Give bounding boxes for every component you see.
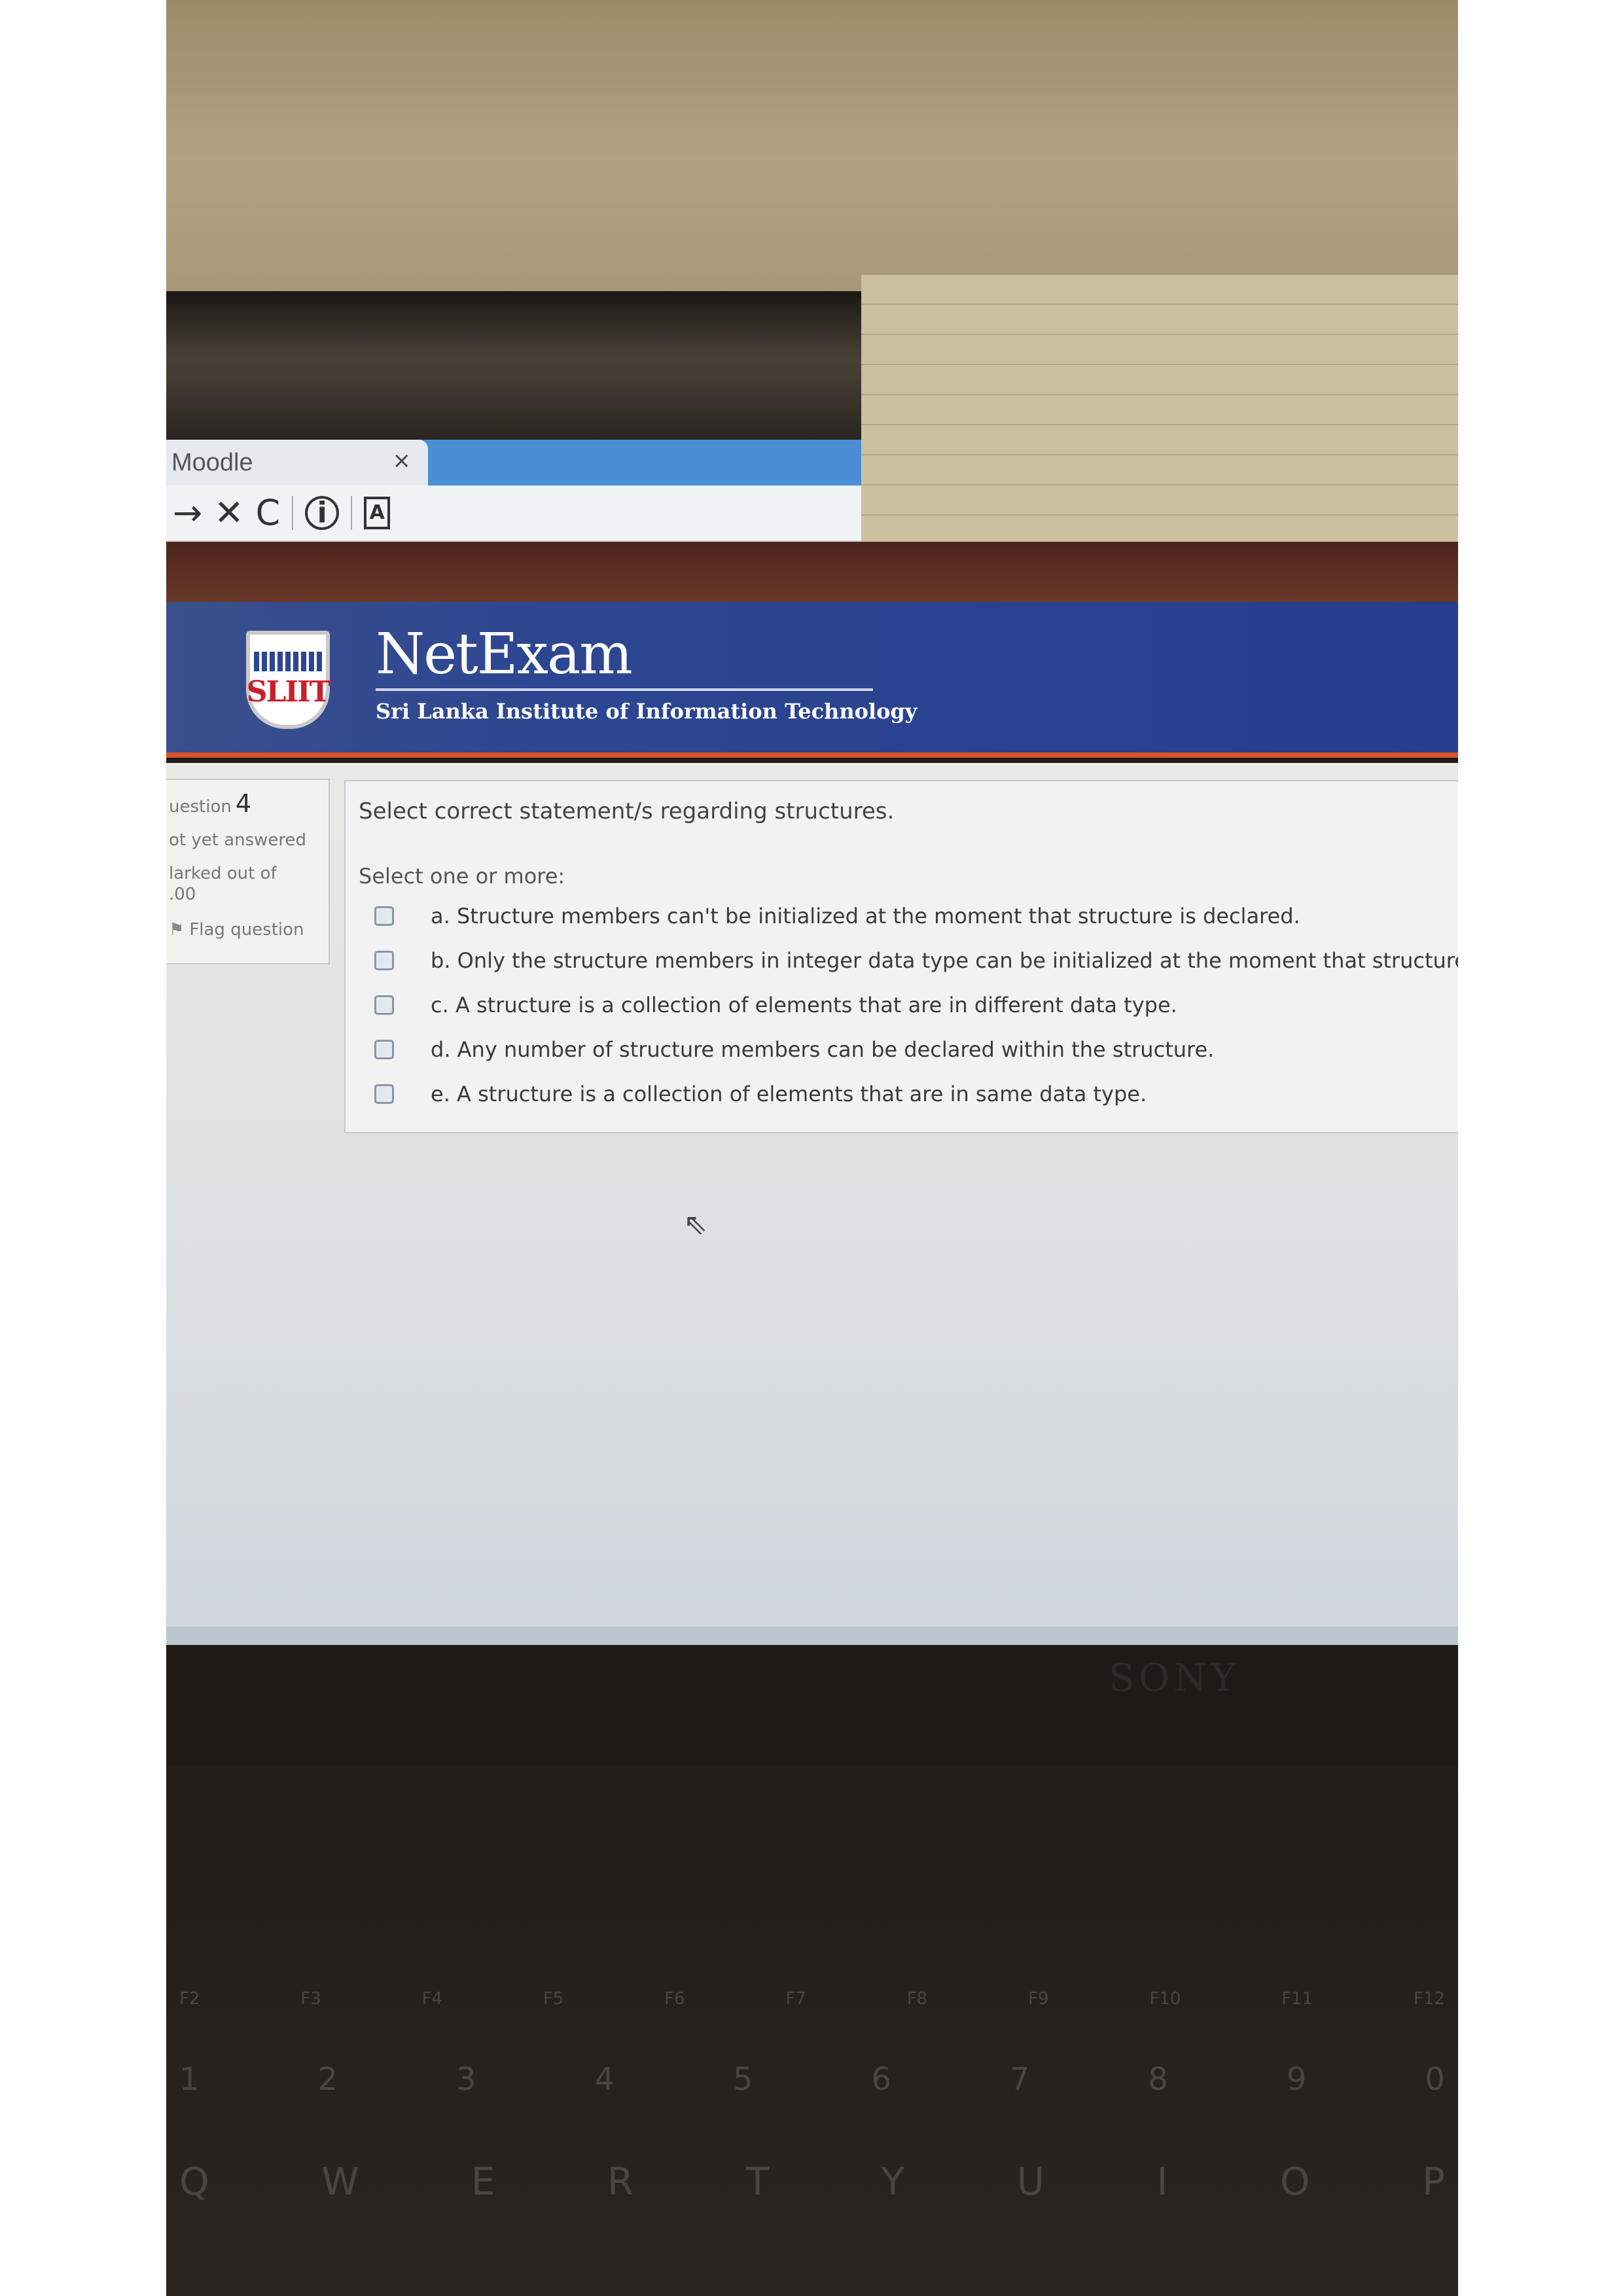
- key-o[interactable]: O: [1280, 2159, 1310, 2204]
- key-8[interactable]: 8: [1148, 2061, 1168, 2098]
- option-a-checkbox[interactable]: [374, 906, 394, 926]
- option-e[interactable]: e. A structure is a collection of elemen…: [359, 1072, 1449, 1116]
- forward-icon[interactable]: →: [173, 495, 202, 531]
- screen-bottom-edge: [166, 1627, 1458, 1645]
- option-b-checkbox[interactable]: [374, 951, 394, 970]
- browser-tab-bar: Moodle ×: [166, 440, 861, 486]
- key-f2[interactable]: F2: [179, 1989, 200, 2009]
- option-text: Structure members can't be initialized a…: [456, 904, 1300, 928]
- key-1[interactable]: 1: [179, 2061, 200, 2098]
- answer-status: ot yet answered: [169, 830, 307, 850]
- option-text: Only the structure members in integer da…: [457, 948, 1458, 973]
- number-key-row: 1 2 3 4 5 6 7 8 9 0: [166, 2061, 1458, 2098]
- option-text: A structure is a collection of elements …: [455, 993, 1177, 1017]
- key-f4[interactable]: F4: [422, 1989, 443, 2009]
- option-d[interactable]: d. Any number of structure members can b…: [359, 1027, 1449, 1072]
- paper-note: [861, 275, 1458, 569]
- option-letter: a.: [431, 904, 450, 928]
- option-letter: b.: [431, 948, 451, 973]
- stop-icon[interactable]: ✕: [214, 495, 243, 531]
- key-e[interactable]: E: [471, 2159, 495, 2204]
- key-f6[interactable]: F6: [664, 1989, 685, 2009]
- mouse-cursor-icon: ⇖: [683, 1208, 707, 1241]
- key-9[interactable]: 9: [1287, 2061, 1307, 2098]
- question-box: Select correct statement/s regarding str…: [344, 780, 1458, 1133]
- page-top-strip: [166, 542, 1458, 605]
- browser-nav-bar: → ✕ C i A: [166, 486, 861, 542]
- monitor-top-reflection: [166, 291, 861, 442]
- reload-icon[interactable]: C: [256, 495, 281, 531]
- photo-frame: Moodle × → ✕ C i A SLIIT NetExam Sri Lan…: [166, 0, 1458, 2296]
- key-f7[interactable]: F7: [785, 1989, 806, 2009]
- key-t[interactable]: T: [746, 2159, 769, 2204]
- laptop-brand-logo: SONY: [1109, 1655, 1240, 1700]
- key-f12[interactable]: F12: [1414, 1989, 1445, 2009]
- marks-line-1: larked out of: [169, 863, 277, 883]
- option-letter: c.: [431, 993, 449, 1017]
- answer-options: a. Structure members can't be initialize…: [359, 894, 1458, 1116]
- key-f5[interactable]: F5: [543, 1989, 564, 2009]
- logo-text: SLIIT: [246, 675, 331, 709]
- page-content: uestion 4 ot yet answered larked out of …: [166, 763, 1458, 1627]
- option-a[interactable]: a. Structure members can't be initialize…: [359, 894, 1449, 938]
- option-d-checkbox[interactable]: [374, 1040, 394, 1059]
- flag-icon: ⚑: [169, 919, 185, 940]
- key-4[interactable]: 4: [594, 2061, 615, 2098]
- sliit-logo: SLIIT: [246, 631, 330, 729]
- brand-underline: [376, 688, 873, 691]
- key-i[interactable]: I: [1156, 2159, 1168, 2204]
- key-5[interactable]: 5: [733, 2061, 753, 2098]
- key-7[interactable]: 7: [1010, 2061, 1030, 2098]
- option-letter: d.: [431, 1037, 451, 1062]
- key-6[interactable]: 6: [871, 2061, 891, 2098]
- marks-info: larked out of .00: [169, 863, 323, 906]
- nav-separator: [351, 496, 353, 530]
- key-q[interactable]: Q: [179, 2159, 209, 2204]
- question-label-text: uestion: [169, 797, 232, 817]
- background-wall: [166, 0, 1458, 294]
- site-info-icon[interactable]: i: [305, 496, 340, 530]
- key-f9[interactable]: F9: [1028, 1989, 1049, 2009]
- logo-grid-icon: [254, 651, 322, 671]
- key-0[interactable]: 0: [1425, 2061, 1445, 2098]
- question-label: uestion 4: [169, 789, 323, 818]
- key-r[interactable]: R: [607, 2159, 633, 2204]
- netexam-header: SLIIT NetExam Sri Lanka Institute of Inf…: [166, 602, 1458, 758]
- flag-question-link[interactable]: ⚑ Flag question: [169, 920, 323, 940]
- browser-tab[interactable]: Moodle ×: [166, 440, 428, 486]
- nav-separator: [292, 496, 294, 530]
- question-info-box: uestion 4 ot yet answered larked out of …: [166, 779, 330, 964]
- question-number: 4: [235, 789, 252, 818]
- key-f10[interactable]: F10: [1149, 1989, 1181, 2009]
- brand-title: NetExam: [376, 622, 633, 687]
- key-y[interactable]: Y: [882, 2159, 904, 2204]
- question-text: Select correct statement/s regarding str…: [359, 798, 895, 824]
- option-letter: e.: [431, 1082, 450, 1106]
- key-u[interactable]: U: [1016, 2159, 1044, 2204]
- key-2[interactable]: 2: [317, 2061, 338, 2098]
- key-3[interactable]: 3: [456, 2061, 476, 2098]
- tab-close-icon[interactable]: ×: [393, 448, 412, 474]
- key-p[interactable]: P: [1422, 2159, 1445, 2204]
- tab-title: Moodle: [171, 448, 253, 476]
- answer-prompt: Select one or more:: [359, 864, 565, 889]
- function-key-row: F2 F3 F4 F5 F6 F7 F8 F9 F10 F11 F12: [166, 1989, 1458, 2009]
- key-f11[interactable]: F11: [1281, 1989, 1313, 2009]
- flag-question-label: Flag question: [189, 919, 304, 940]
- option-c-checkbox[interactable]: [374, 995, 394, 1015]
- option-e-checkbox[interactable]: [374, 1084, 394, 1104]
- marks-line-2: .00: [169, 885, 196, 904]
- letter-key-row: Q W E R T Y U I O P: [166, 2159, 1458, 2204]
- option-text: Any number of structure members can be d…: [457, 1037, 1215, 1062]
- key-f3[interactable]: F3: [300, 1989, 321, 2009]
- key-f8[interactable]: F8: [907, 1989, 928, 2009]
- laptop-keyboard: F2 F3 F4 F5 F6 F7 F8 F9 F10 F11 F12 1 2 …: [166, 1767, 1458, 2296]
- institute-name: Sri Lanka Institute of Information Techn…: [376, 699, 918, 724]
- reader-view-icon[interactable]: A: [364, 497, 391, 529]
- option-text: A structure is a collection of elements …: [457, 1082, 1147, 1106]
- option-c[interactable]: c. A structure is a collection of elemen…: [359, 983, 1449, 1027]
- option-b[interactable]: b. Only the structure members in integer…: [359, 938, 1458, 983]
- key-w[interactable]: W: [321, 2159, 359, 2204]
